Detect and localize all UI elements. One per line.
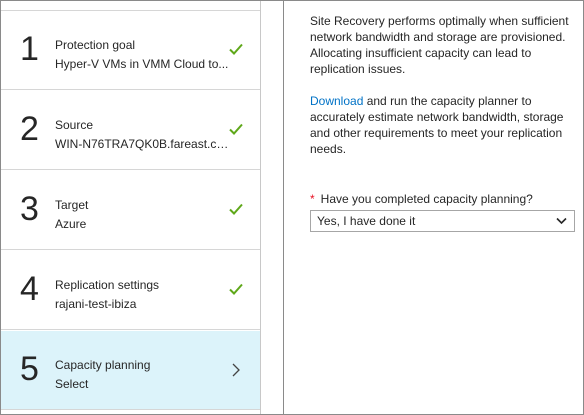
capacity-planning-dropdown[interactable]: Yes, I have done it: [310, 210, 575, 232]
required-marker: *: [310, 192, 315, 206]
checkmark-icon: [229, 203, 243, 215]
step-subtitle: rajani-test-ibiza: [55, 297, 137, 311]
checkmark-icon: [229, 283, 243, 295]
wizard-step-target[interactable]: 3 Target Azure: [1, 171, 260, 250]
blade-divider: [283, 1, 284, 414]
wizard-step-protection-goal[interactable]: 1 Protection goal Hyper-V VMs in VMM Clo…: [1, 11, 260, 90]
checkmark-icon: [229, 123, 243, 135]
capacity-planning-info: Site Recovery performs optimally when su…: [310, 13, 572, 157]
step-title: Source: [55, 118, 94, 132]
wizard-step-capacity-planning[interactable]: 5 Capacity planning Select: [1, 331, 260, 410]
download-link[interactable]: Download: [310, 94, 363, 108]
chevron-down-icon: [556, 217, 567, 225]
checkmark-icon: [229, 43, 243, 55]
blade-gutter: [261, 1, 283, 414]
step-title: Target: [55, 198, 89, 212]
step-title: Replication settings: [55, 278, 160, 292]
chevron-right-icon: [232, 363, 240, 377]
question-label: Have you completed capacity planning?: [320, 192, 533, 206]
step-title: Protection goal: [55, 38, 136, 52]
step-number: 1: [20, 30, 39, 68]
step-number: 3: [20, 190, 39, 228]
step-title: Capacity planning: [55, 358, 151, 372]
wizard-step-source[interactable]: 2 Source WIN-N76TRA7QK0B.fareast.cor...: [1, 91, 260, 170]
info-paragraph-2: Download and run the capacity planner to…: [310, 93, 572, 157]
step-number: 4: [20, 270, 39, 308]
wizard-steps-panel: 1 Protection goal Hyper-V VMs in VMM Clo…: [1, 1, 261, 414]
step-number: 5: [20, 350, 39, 388]
step-subtitle: WIN-N76TRA7QK0B.fareast.cor...: [55, 137, 233, 151]
step-subtitle: Azure: [55, 217, 87, 231]
dropdown-selected-value: Yes, I have done it: [317, 214, 416, 228]
info-paragraph-1: Site Recovery performs optimally when su…: [310, 14, 569, 76]
step-subtitle: Select: [55, 377, 89, 391]
capacity-planning-question: * Have you completed capacity planning?: [310, 192, 533, 206]
wizard-step-replication-settings[interactable]: 4 Replication settings rajani-test-ibiza: [1, 251, 260, 330]
step-number: 2: [20, 110, 39, 148]
window-frame: 1 Protection goal Hyper-V VMs in VMM Clo…: [0, 0, 584, 415]
step-subtitle: Hyper-V VMs in VMM Cloud to...: [55, 57, 229, 71]
